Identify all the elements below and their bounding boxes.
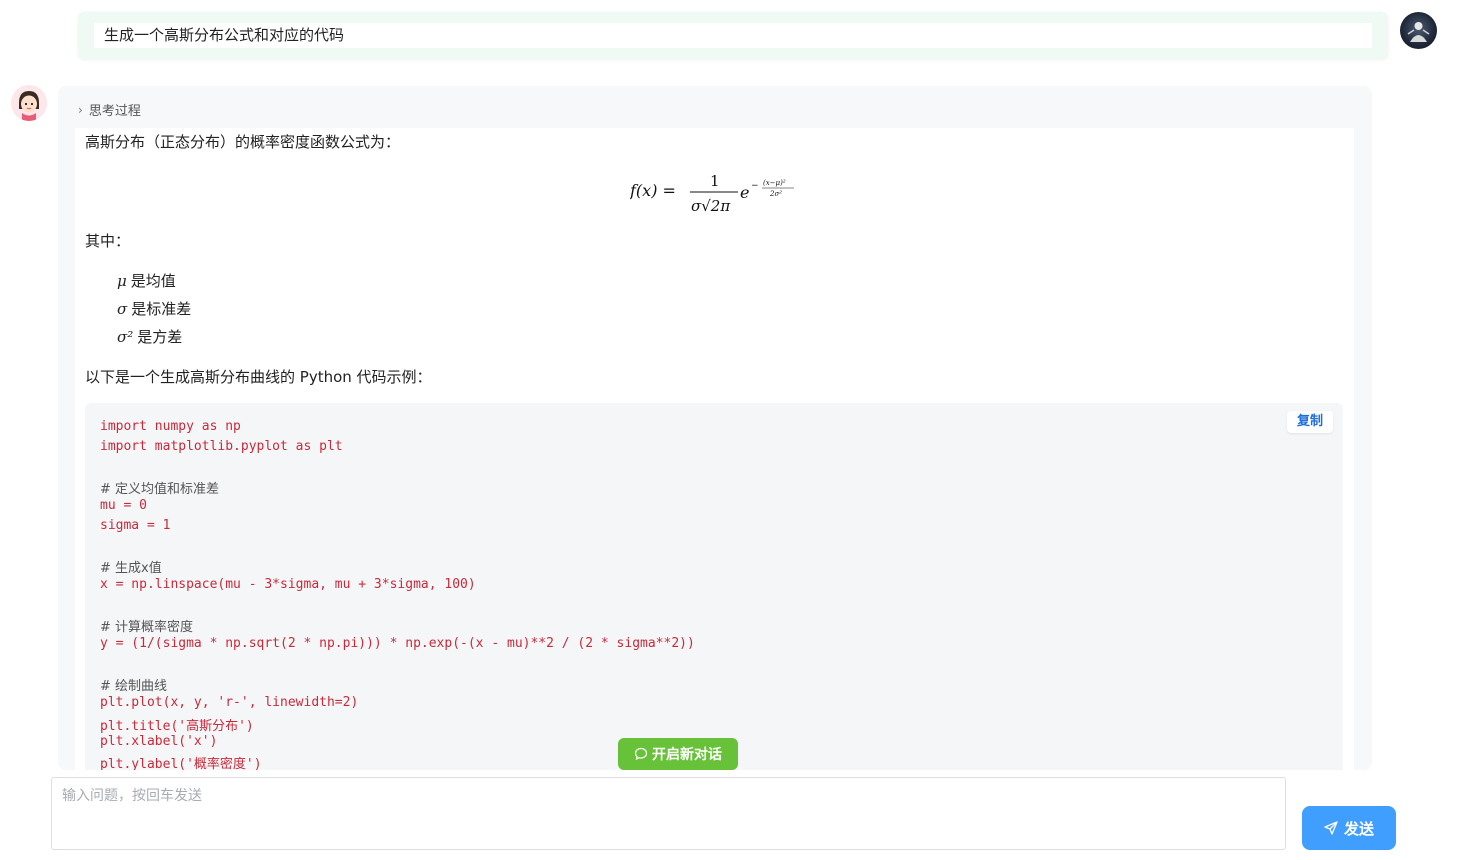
code-line: sigma = 1	[100, 518, 171, 533]
assistant-avatar	[11, 85, 47, 121]
gaussian-formula: f(x) = 1 σ√2π e − (x−μ)² 2σ²	[629, 164, 830, 215]
definition-symbol: σ	[117, 300, 128, 318]
code-comment: # 计算概率密度	[100, 620, 194, 635]
formula-lhs: f(x) =	[630, 181, 676, 200]
code-comment: # 生成x值	[100, 561, 162, 576]
formula-numerator: 1	[710, 172, 720, 190]
user-question-text: 生成一个高斯分布公式和对应的代码	[94, 23, 1372, 48]
definition-text: 是均值	[130, 272, 176, 290]
code-line: mu = 0	[100, 498, 147, 513]
formula-exp-num: (x−μ)²	[763, 179, 786, 187]
code-comment: # 定义均值和标准差	[100, 482, 220, 497]
code-line: y = (1/(sigma * np.sqrt(2 * np.pi))) * n…	[100, 636, 695, 651]
copy-button[interactable]: 复制	[1287, 411, 1333, 433]
code-block: 复制 import numpy as np import matplotlib.…	[85, 403, 1343, 770]
code-line: plt.ylabel('概率密度')	[100, 757, 262, 770]
definition-text: 是标准差	[131, 300, 192, 318]
girl-avatar-icon	[11, 85, 47, 121]
code-line: import numpy as np	[100, 419, 241, 434]
input-placeholder: 输入问题，按回车发送	[62, 788, 202, 804]
definition-symbol: σ²	[117, 328, 134, 346]
new-chat-label: 开启新对话	[652, 747, 722, 763]
code-line: import matplotlib.pyplot as plt	[100, 439, 343, 454]
formula-exp-den: 2σ²	[769, 190, 782, 198]
question-input[interactable]: 输入问题，按回车发送	[51, 777, 1286, 850]
where-label: 其中：	[85, 232, 131, 250]
new-chat-button[interactable]: 开启新对话	[618, 738, 738, 770]
definition-symbol: μ	[117, 272, 127, 290]
user-avatar-icon	[1407, 22, 1430, 42]
assistant-answer-card: › 思考过程 高斯分布（正态分布）的概率密度函数公式为： f(x) = 1 σ√…	[58, 86, 1372, 770]
thinking-toggle[interactable]: › 思考过程	[78, 100, 141, 120]
code-line: plt.title('高斯分布')	[100, 719, 254, 734]
code-line: plt.xlabel('x')	[100, 734, 218, 749]
formula-denominator: σ√2π	[691, 197, 731, 214]
svg-text:−: −	[751, 181, 759, 191]
thinking-label: 思考过程	[88, 104, 141, 119]
user-message-bubble: 生成一个高斯分布公式和对应的代码	[78, 12, 1388, 59]
code-line: plt.plot(x, y, 'r-', linewidth=2)	[100, 695, 359, 710]
code-line: x = np.linspace(mu - 3*sigma, mu + 3*sig…	[100, 577, 476, 592]
definition-text: 是方差	[137, 328, 183, 346]
send-icon	[1324, 821, 1338, 835]
formula-intro: 高斯分布（正态分布）的概率密度函数公式为：	[85, 133, 401, 151]
send-button[interactable]: 发送	[1302, 806, 1396, 850]
answer-content: 高斯分布（正态分布）的概率密度函数公式为： f(x) = 1 σ√2π e − …	[75, 128, 1354, 770]
formula-base: e	[740, 183, 749, 202]
definition-item: μ 是均值	[117, 270, 176, 291]
definition-item: σ² 是方差	[117, 326, 182, 347]
chat-bubble-icon	[634, 747, 648, 761]
definition-item: σ 是标准差	[117, 298, 191, 319]
send-label: 发送	[1343, 819, 1374, 838]
code-intro: 以下是一个生成高斯分布曲线的 Python 代码示例：	[85, 368, 432, 386]
user-avatar[interactable]	[1400, 12, 1437, 49]
code-comment: # 绘制曲线	[100, 679, 168, 694]
chevron-right-icon: ›	[78, 102, 83, 117]
chat-page: 生成一个高斯分布公式和对应的代码 › 思考过程 高斯分布（正态分布）的概率密度函…	[0, 0, 1480, 860]
